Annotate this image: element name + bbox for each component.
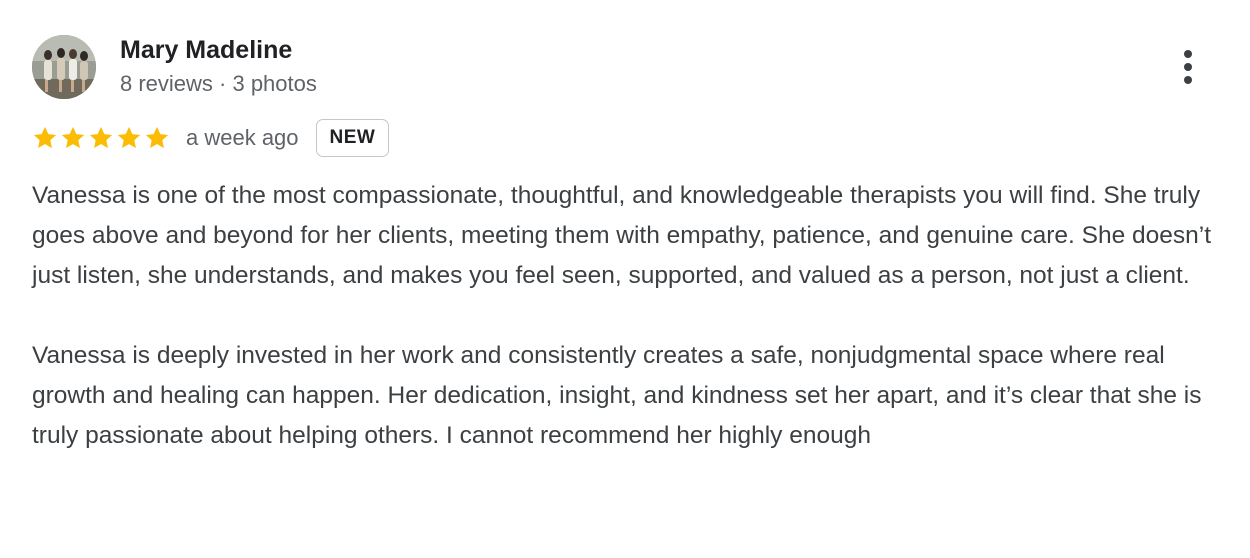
new-badge: NEW	[315, 119, 390, 157]
review-paragraph: Vanessa is one of the most compassionate…	[32, 182, 1212, 289]
review-card: Mary Madeline 8 reviews · 3 photos a wee…	[0, 0, 1250, 558]
star-icon	[60, 125, 86, 151]
star-icon	[32, 125, 58, 151]
review-text: Vanessa is one of the most compassionate…	[32, 176, 1222, 456]
avatar[interactable]	[32, 35, 96, 99]
star-icon	[88, 125, 114, 151]
review-paragraph: Vanessa is deeply invested in her work a…	[32, 342, 1202, 449]
review-time: a week ago	[186, 125, 299, 150]
star-icon	[116, 125, 142, 151]
star-icon	[144, 125, 170, 151]
author-meta: 8 reviews · 3 photos	[120, 71, 317, 96]
more-options-button[interactable]	[1168, 46, 1208, 88]
rating-row: a week ago NEW	[32, 117, 390, 159]
avatar-photo	[32, 35, 96, 99]
star-rating	[32, 125, 170, 151]
author-name[interactable]: Mary Madeline	[120, 34, 292, 66]
more-vert-icon	[1184, 50, 1192, 84]
